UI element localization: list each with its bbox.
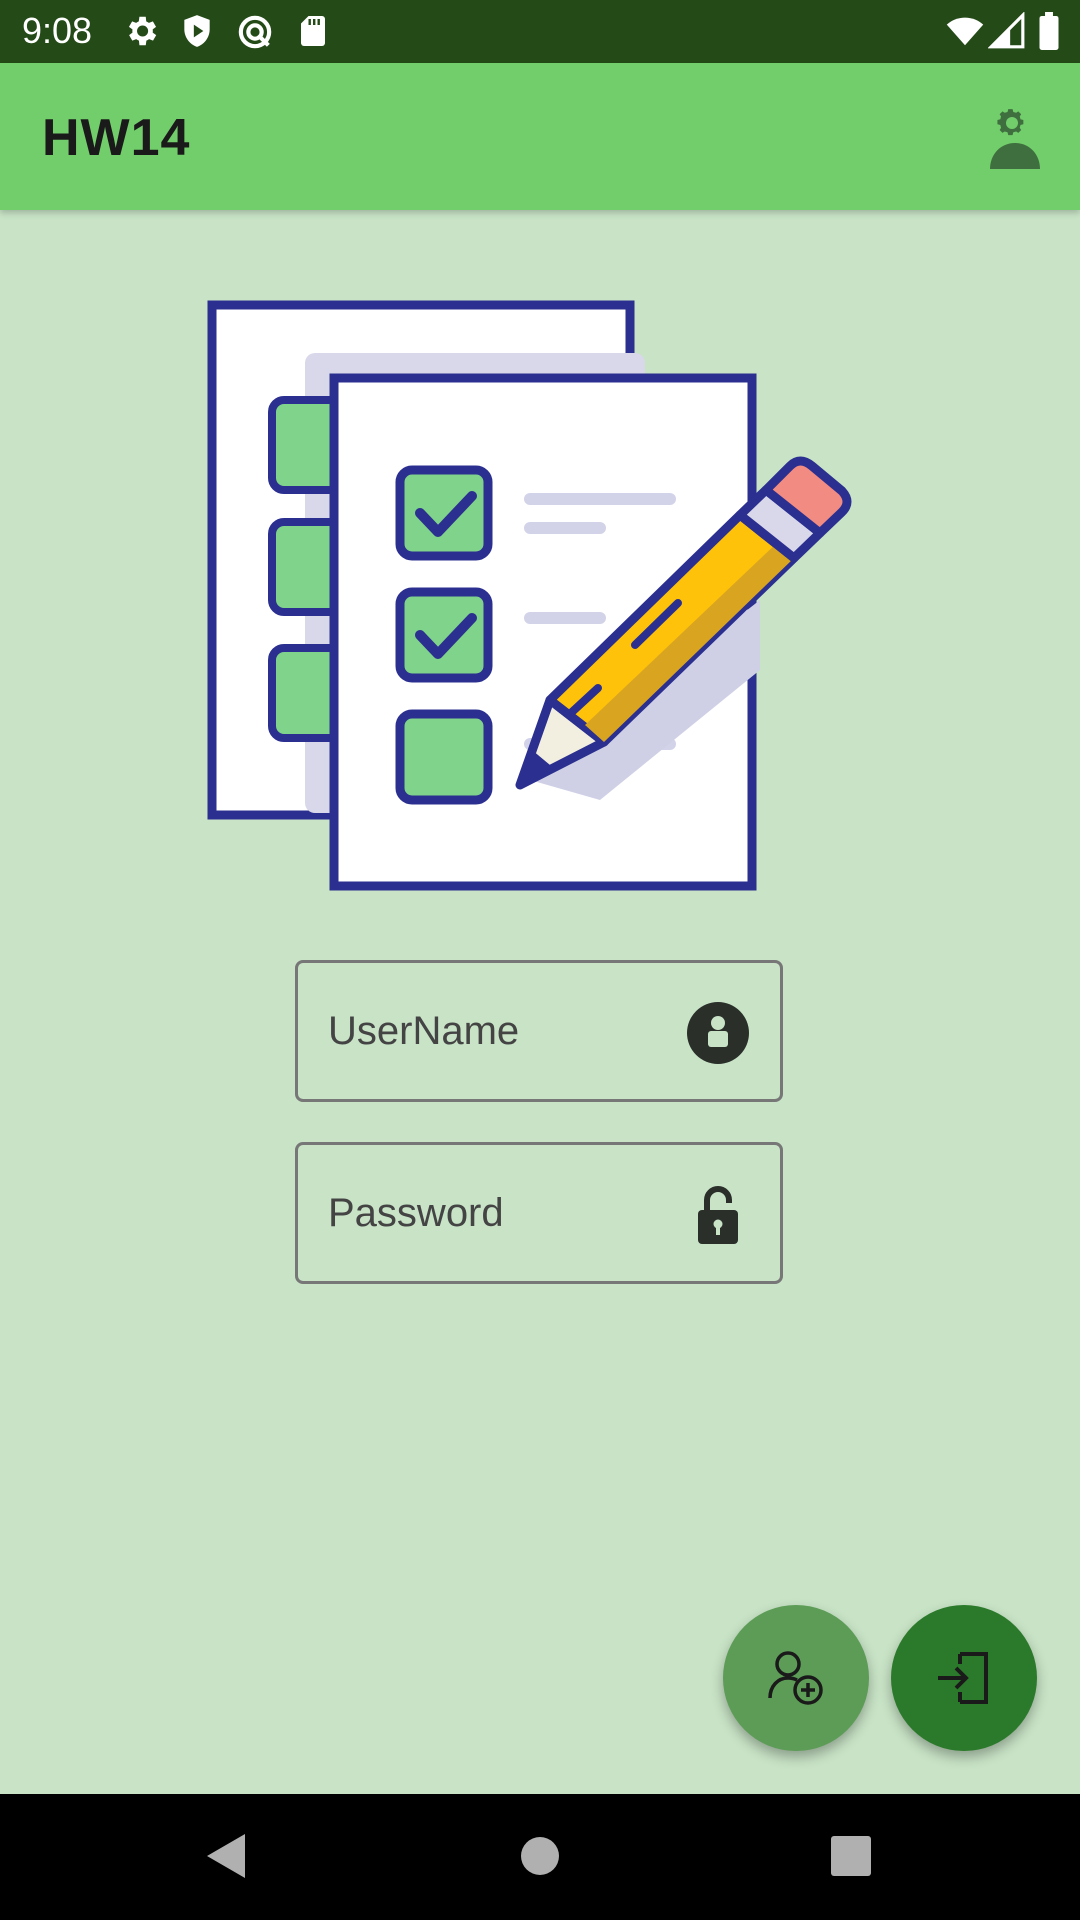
battery-icon [1039, 12, 1059, 50]
home-icon[interactable] [520, 1836, 560, 1876]
user-lock-icon [687, 1002, 749, 1064]
back-icon[interactable] [205, 1832, 247, 1880]
gear-icon [128, 16, 157, 46]
username-placeholder: UserName [328, 1009, 520, 1053]
checklist-pencil-illustration [207, 300, 852, 891]
password-placeholder: Password [328, 1191, 504, 1235]
recents-icon[interactable] [831, 1836, 871, 1876]
login-icon [938, 1652, 988, 1704]
status-bar: 9:08 [0, 0, 1080, 63]
sync-icon [238, 15, 272, 49]
app-bar: HW14 [0, 63, 1080, 210]
shield-icon [184, 15, 210, 47]
login-fab[interactable] [891, 1605, 1037, 1751]
profile-settings-icon [990, 109, 1040, 169]
password-field[interactable]: Password [295, 1142, 783, 1284]
navigation-bar [0, 1794, 1080, 1920]
unlock-icon [698, 1186, 738, 1244]
username-field[interactable]: UserName [295, 960, 783, 1102]
app-title: HW14 [42, 109, 191, 167]
status-time: 9:08 [22, 10, 93, 51]
add-user-icon [768, 1651, 823, 1705]
wifi-icon [946, 17, 984, 46]
register-fab[interactable] [723, 1605, 869, 1751]
profile-settings-button[interactable] [985, 103, 1045, 173]
signal-icon [988, 12, 1025, 49]
sd-card-icon [301, 16, 325, 46]
